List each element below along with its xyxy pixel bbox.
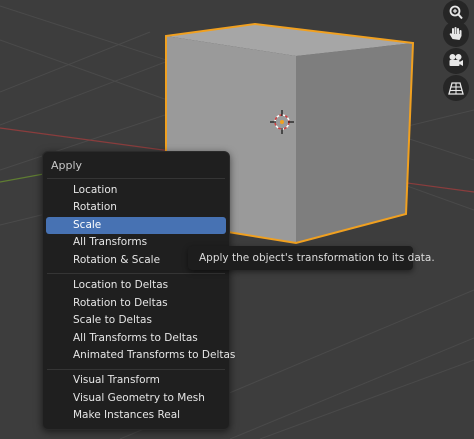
perspective-toggle-button[interactable]: [443, 75, 469, 101]
menu-item-scale[interactable]: Scale: [46, 217, 226, 234]
camera-view-button[interactable]: [443, 48, 469, 74]
menu-separator: [47, 369, 225, 370]
tooltip: Apply the object's transformation to its…: [188, 246, 435, 270]
zoom-icon: [449, 5, 463, 20]
hand-icon: [449, 27, 462, 40]
menu-item-visual-transform[interactable]: Visual Transform: [46, 372, 226, 389]
menu-item-location-to-deltas[interactable]: Location to Deltas: [46, 277, 226, 294]
menu-item-rotation[interactable]: Rotation: [46, 199, 226, 216]
menu-item-animated-transforms-to-deltas[interactable]: Animated Transforms to Deltas: [46, 347, 235, 364]
menu-item-rotation-to-deltas[interactable]: Rotation to Deltas: [46, 295, 226, 312]
menu-item-all-transforms-to-deltas[interactable]: All Transforms to Deltas: [46, 330, 226, 347]
camera-icon: [449, 54, 463, 66]
menu-item-make-instances-real[interactable]: Make Instances Real: [46, 407, 226, 424]
pan-button[interactable]: [443, 21, 469, 47]
menu-item-scale-to-deltas[interactable]: Scale to Deltas: [46, 312, 226, 329]
menu-item-visual-geometry-to-mesh[interactable]: Visual Geometry to Mesh: [46, 390, 226, 407]
apply-menu: Apply Location Rotation Scale All Transf…: [42, 151, 235, 430]
grid-icon: [448, 82, 464, 95]
menu-item-location[interactable]: Location: [46, 182, 226, 199]
menu-separator: [47, 178, 225, 179]
menu-separator: [47, 273, 225, 274]
menu-title: Apply: [51, 159, 83, 172]
